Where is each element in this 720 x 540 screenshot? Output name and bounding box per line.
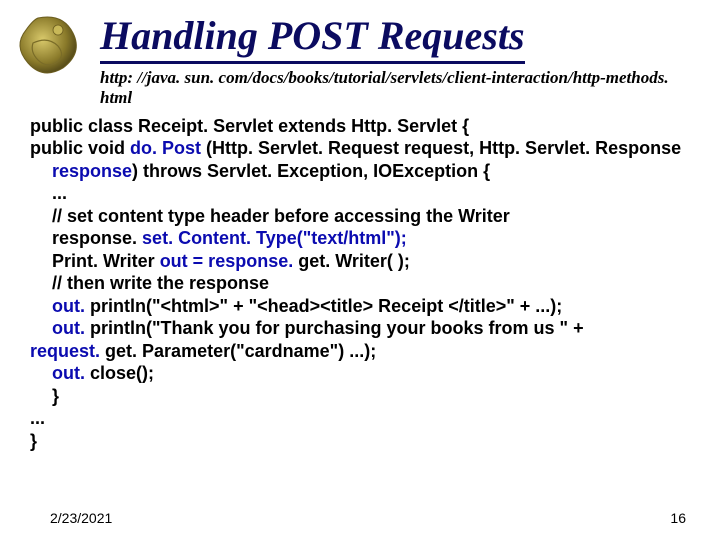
- code-line: public void do. Post (Http. Servlet. Req…: [30, 137, 690, 160]
- footer-page-number: 16: [670, 510, 686, 526]
- code-line: }: [52, 385, 690, 408]
- code-line: public class Receipt. Servlet extends Ht…: [30, 115, 690, 138]
- code-line: request. get. Parameter("cardname") ...)…: [30, 340, 690, 363]
- footer-date: 2/23/2021: [50, 510, 112, 526]
- corner-decoration-icon: [8, 8, 88, 88]
- slide: Handling POST Requests http: //java. sun…: [0, 0, 720, 540]
- code-line: Print. Writer out = response. get. Write…: [52, 250, 690, 273]
- code-line: out. println("Thank you for purchasing y…: [52, 317, 690, 340]
- code-line: response) throws Servlet. Exception, IOE…: [52, 160, 690, 183]
- code-line: // set content type header before access…: [52, 205, 690, 228]
- slide-title: Handling POST Requests: [100, 12, 525, 64]
- code-line: ...: [52, 182, 690, 205]
- code-line: // then write the response: [52, 272, 690, 295]
- code-line: out. println("<html>" + "<head><title> R…: [52, 295, 690, 318]
- code-line: out. close();: [52, 362, 690, 385]
- reference-url: http: //java. sun. com/docs/books/tutori…: [100, 68, 680, 109]
- method-name: do. Post: [130, 138, 201, 158]
- code-block: public class Receipt. Servlet extends Ht…: [30, 115, 690, 453]
- code-line: ...: [30, 407, 690, 430]
- footer: 2/23/2021 16: [50, 510, 686, 526]
- code-line: }: [30, 430, 690, 453]
- code-line: response. set. Content. Type("text/html"…: [52, 227, 690, 250]
